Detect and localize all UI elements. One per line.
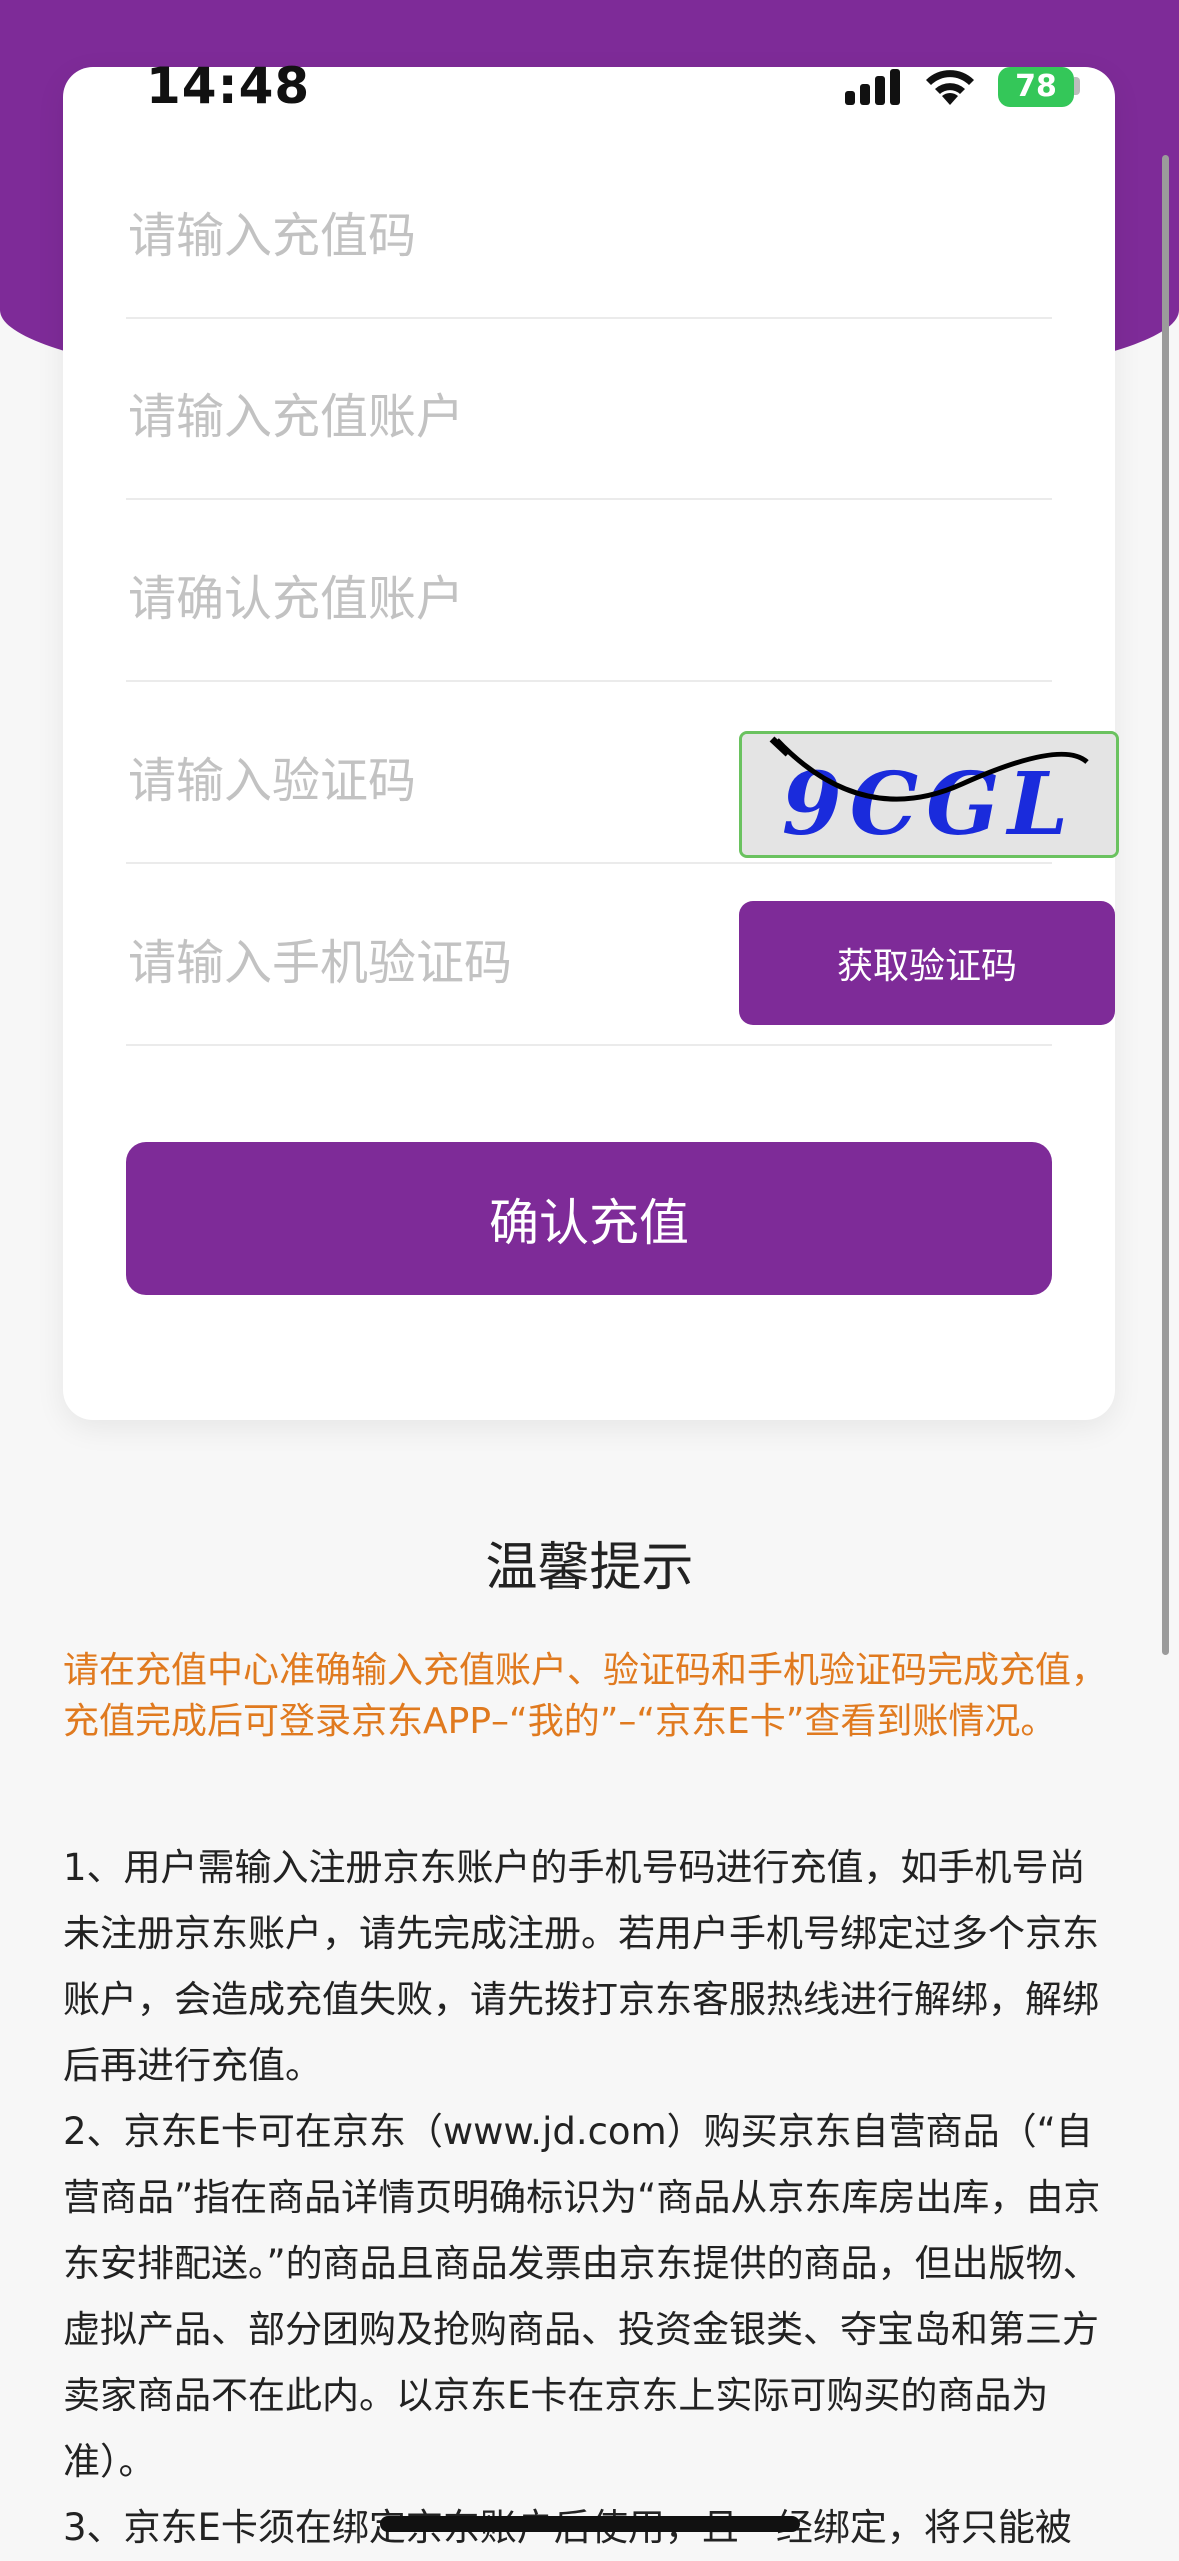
captcha-graphic: 9CGL [742, 734, 1116, 855]
confirm-recharge-button[interactable]: 确认充值 [126, 1142, 1052, 1295]
confirm-account-row [126, 500, 1052, 682]
sms-code-row: 获取验证码 [126, 864, 1115, 1046]
scrollbar[interactable] [1162, 155, 1169, 1655]
recharge-code-row [126, 137, 1052, 319]
sms-code-input[interactable] [126, 934, 690, 992]
confirm-account-input[interactable] [126, 570, 690, 628]
tips-title: 温馨提示 [485, 1538, 694, 1598]
rules-list: 1、用户需输入注册京东账户的手机号码进行充值，如手机号尚未注册京东账户，请先完成… [63, 1835, 1113, 2561]
captcha-text: 9CGL [782, 754, 1076, 855]
recharge-notice: 请在充值中心准确输入充值账户、验证码和手机验证码完成充值，充值完成后可登录京东A… [63, 1650, 1108, 1742]
captcha-row: 9CGL [126, 682, 1119, 864]
status-time: 14:48 [146, 57, 311, 115]
rule-item: 1、用户需输入注册京东账户的手机号码进行充值，如手机号尚未注册京东账户，请先完成… [63, 1846, 1099, 2087]
battery-tip [1074, 77, 1080, 95]
rule-item: 2、京东E卡可在京东（www.jd.com）购买京东自营商品（“自营商品”指在商… [63, 2110, 1101, 2483]
battery-level: 78 [1015, 69, 1057, 104]
home-indicator[interactable] [380, 2516, 800, 2532]
captcha-image[interactable]: 9CGL [739, 731, 1119, 858]
wifi-icon [926, 70, 974, 105]
battery-icon: 78 [998, 67, 1074, 107]
status-bar: 14:48 78 [0, 55, 1179, 125]
captcha-input[interactable] [126, 752, 690, 810]
recharge-form-card: 9CGL 获取验证码 确认充值 [63, 67, 1119, 1420]
recharge-code-input[interactable] [126, 207, 690, 265]
get-code-button[interactable]: 获取验证码 [739, 901, 1115, 1025]
account-input[interactable] [126, 388, 690, 446]
signal-icon [845, 69, 900, 105]
account-row [126, 318, 1052, 500]
